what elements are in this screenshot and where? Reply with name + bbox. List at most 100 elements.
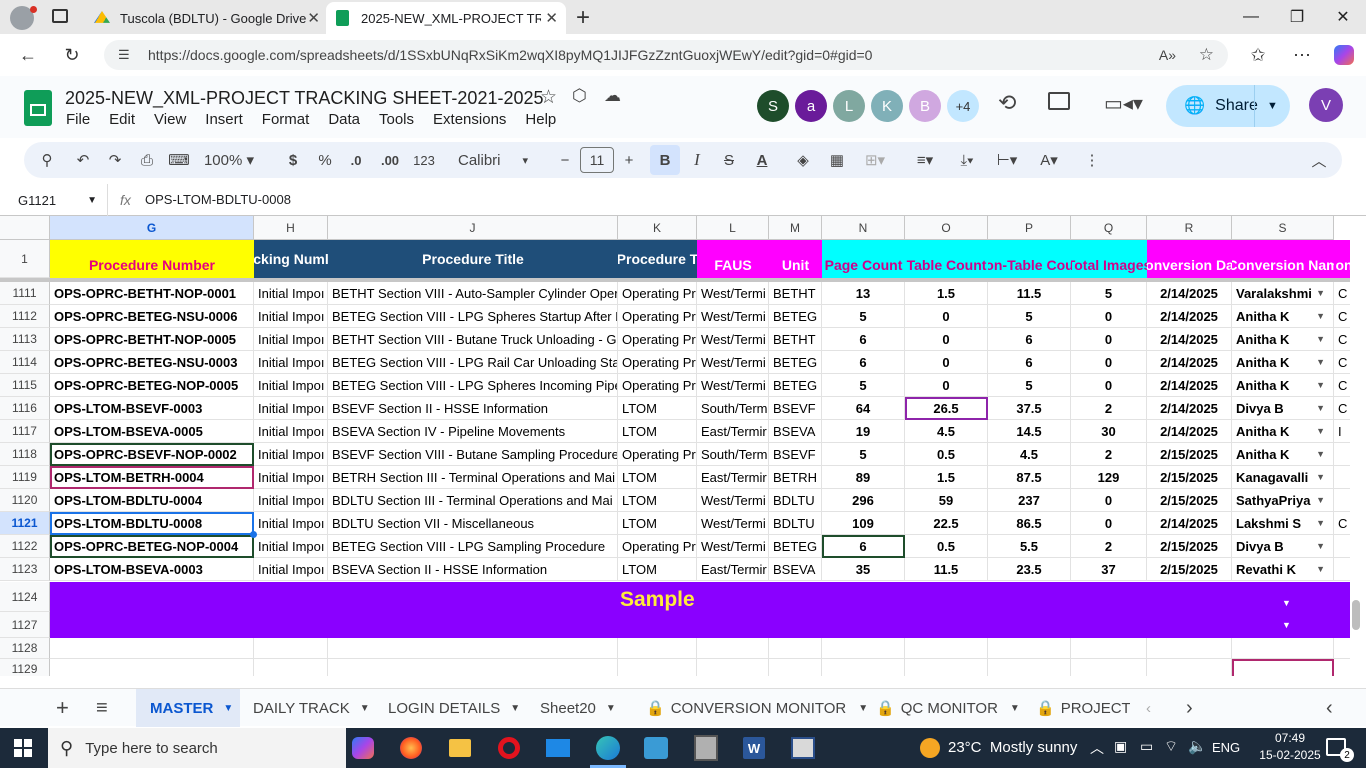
sheet-tab-login-details[interactable]: LOGIN DETAILS ▼ <box>388 689 520 727</box>
table-cell[interactable] <box>1232 638 1334 659</box>
table-cell[interactable]: LTOM <box>618 512 697 535</box>
table-cell[interactable]: BETHT Section VIII - Auto-Sampler Cylind… <box>328 282 618 305</box>
table-cell[interactable]: Initial Impoı <box>254 535 328 558</box>
table-cell[interactable]: 5 <box>1071 282 1147 305</box>
table-cell[interactable]: 0 <box>905 305 988 328</box>
mail-icon[interactable] <box>546 739 570 757</box>
table-cell[interactable]: 2/14/2025 <box>1147 305 1232 328</box>
table-cell[interactable]: 0 <box>905 351 988 374</box>
search-menus-icon[interactable]: ⚲ <box>34 142 60 178</box>
print-icon[interactable]: ⎙ <box>134 142 160 178</box>
text-rotation-icon[interactable]: A▾ <box>1032 142 1066 178</box>
vertical-align-icon[interactable]: ⤓▾ <box>950 142 984 178</box>
volume-icon[interactable]: 🔈 <box>1188 737 1207 755</box>
table-cell[interactable]: West/Termi <box>697 351 769 374</box>
chevron-down-icon[interactable]: ▼ <box>1316 403 1325 413</box>
text-color-button[interactable]: A <box>750 142 774 178</box>
table-cell[interactable]: 6 <box>988 328 1071 351</box>
table-cell[interactable]: Initial Impoı <box>254 305 328 328</box>
table-cell[interactable]: OPS-OPRC-BETEG-NSU-0006 <box>50 305 254 328</box>
table-cell[interactable]: BETRH Section III - Terminal Operations … <box>328 466 618 489</box>
row-header[interactable]: 1112 <box>0 305 50 328</box>
scroll-tabs-left-icon[interactable]: ‹ <box>1146 689 1151 727</box>
table-cell[interactable]: 109 <box>822 512 905 535</box>
menu-tools[interactable]: Tools <box>379 111 414 128</box>
table-cell[interactable]: OPS-OPRC-BETHT-NOP-0001 <box>50 282 254 305</box>
maximize-icon[interactable]: ❐ <box>1274 0 1320 34</box>
file-explorer-icon[interactable] <box>449 739 471 757</box>
avatar[interactable]: S <box>757 90 789 122</box>
show-hidden-icons-icon[interactable]: ︿ <box>1090 738 1104 758</box>
row-header[interactable]: 1127 <box>0 612 50 638</box>
table-cell[interactable]: 1.5 <box>905 282 988 305</box>
row-header[interactable]: 1123 <box>0 558 50 581</box>
scroll-tabs-right-icon[interactable]: › <box>1186 689 1193 727</box>
table-cell[interactable]: Initial Impoı <box>254 466 328 489</box>
table-cell[interactable]: Operating Pr <box>618 305 697 328</box>
table-cell[interactable]: BDLTU Section III - Terminal Operations … <box>328 489 618 512</box>
table-cell[interactable] <box>905 638 988 659</box>
table-cell[interactable]: BETEG <box>769 305 822 328</box>
table-cell[interactable]: 0 <box>905 374 988 397</box>
font-size-input[interactable]: 11 <box>580 147 614 173</box>
table-cell[interactable]: BETEG Section VIII - LPG Spheres Incomin… <box>328 374 618 397</box>
table-cell[interactable]: Operating Pr <box>618 443 697 466</box>
table-cell[interactable]: 6 <box>822 535 905 558</box>
word-icon[interactable]: W <box>743 737 765 759</box>
redo-icon[interactable]: ↷ <box>102 142 128 178</box>
table-cell[interactable]: 2/15/2025 <box>1147 443 1232 466</box>
chevron-down-icon[interactable]: ▼ <box>1316 541 1325 551</box>
sample-banner[interactable]: Sample ▼ ▼ <box>50 582 1350 638</box>
text-wrapping-icon[interactable]: ⊢▾ <box>990 142 1024 178</box>
table-cell[interactable]: 296 <box>822 489 905 512</box>
table-cell[interactable]: Divya B ▼ <box>1232 535 1334 558</box>
table-cell[interactable]: BDLTU Section VII - Miscellaneous <box>328 512 618 535</box>
table-cell[interactable]: BETEG <box>769 535 822 558</box>
table-cell[interactable]: 0 <box>1071 351 1147 374</box>
table-cell[interactable]: 0 <box>1071 305 1147 328</box>
table-cell[interactable]: South/Term <box>697 397 769 420</box>
wifi-icon[interactable]: ⌔ <box>1164 737 1178 756</box>
table-cell[interactable]: Anitha K ▼ <box>1232 443 1334 466</box>
battery-icon[interactable]: ▭ <box>1140 738 1153 755</box>
sheets-logo-icon[interactable] <box>24 90 52 126</box>
close-tab-icon[interactable]: ✕ <box>545 9 558 27</box>
bold-button[interactable]: B <box>650 145 680 175</box>
column-header-m[interactable]: M <box>769 216 822 240</box>
row-header[interactable]: 1115 <box>0 374 50 397</box>
weather-text[interactable]: 23°C Mostly sunny <box>948 739 1077 756</box>
table-cell[interactable] <box>697 659 769 676</box>
table-cell[interactable]: 2 <box>1071 397 1147 420</box>
table-cell[interactable]: 13 <box>822 282 905 305</box>
header-cell[interactable]: Page Count <box>822 240 905 278</box>
sheet-tab-qc-monitor[interactable]: 🔒 QC MONITOR ▼ <box>876 689 1020 727</box>
table-cell[interactable] <box>618 659 697 676</box>
table-cell[interactable]: BSEVA <box>769 558 822 581</box>
header-cell[interactable]: FAUS <box>697 240 769 278</box>
chevron-down-icon[interactable]: ▼ <box>1316 426 1325 436</box>
table-cell[interactable]: 2/15/2025 <box>1147 489 1232 512</box>
table-cell[interactable]: OPS-LTOM-BETRH-0004 <box>50 466 254 489</box>
browser-tab-sheets[interactable]: 2025-NEW_XML-PROJECT TRACK ✕ <box>326 2 566 34</box>
table-cell[interactable]: OPS-LTOM-BSEVF-0003 <box>50 397 254 420</box>
more-collaborators[interactable]: +4 <box>947 90 979 122</box>
table-cell[interactable]: Kanagavalli ▼ <box>1232 466 1334 489</box>
menu-data[interactable]: Data <box>328 111 360 128</box>
column-header-l[interactable]: L <box>697 216 769 240</box>
chevron-down-icon[interactable]: ▼ <box>1316 564 1325 574</box>
table-cell[interactable]: 5 <box>988 374 1071 397</box>
table-cell[interactable] <box>1147 659 1232 676</box>
table-cell[interactable]: Divya B ▼ <box>1232 397 1334 420</box>
windows-start-icon[interactable] <box>14 739 32 757</box>
menu-file[interactable]: File <box>66 111 90 128</box>
share-button[interactable]: 🌐 Share ▼ <box>1166 85 1290 127</box>
sheet-tab-master[interactable]: MASTER ▼ <box>136 689 240 727</box>
favorite-star-icon[interactable]: ☆ <box>1199 45 1214 65</box>
table-cell[interactable]: BETRH <box>769 466 822 489</box>
table-cell[interactable]: OPS-OPRC-BETEG-NOP-0004 <box>50 535 254 558</box>
table-cell[interactable]: OPS-OPRC-BSEVF-NOP-0002 <box>50 443 254 466</box>
header-cell[interactable]: on-Table Cou <box>988 240 1071 278</box>
table-cell[interactable]: Anitha K ▼ <box>1232 374 1334 397</box>
table-cell[interactable]: 5 <box>822 305 905 328</box>
table-cell[interactable]: 5 <box>822 443 905 466</box>
